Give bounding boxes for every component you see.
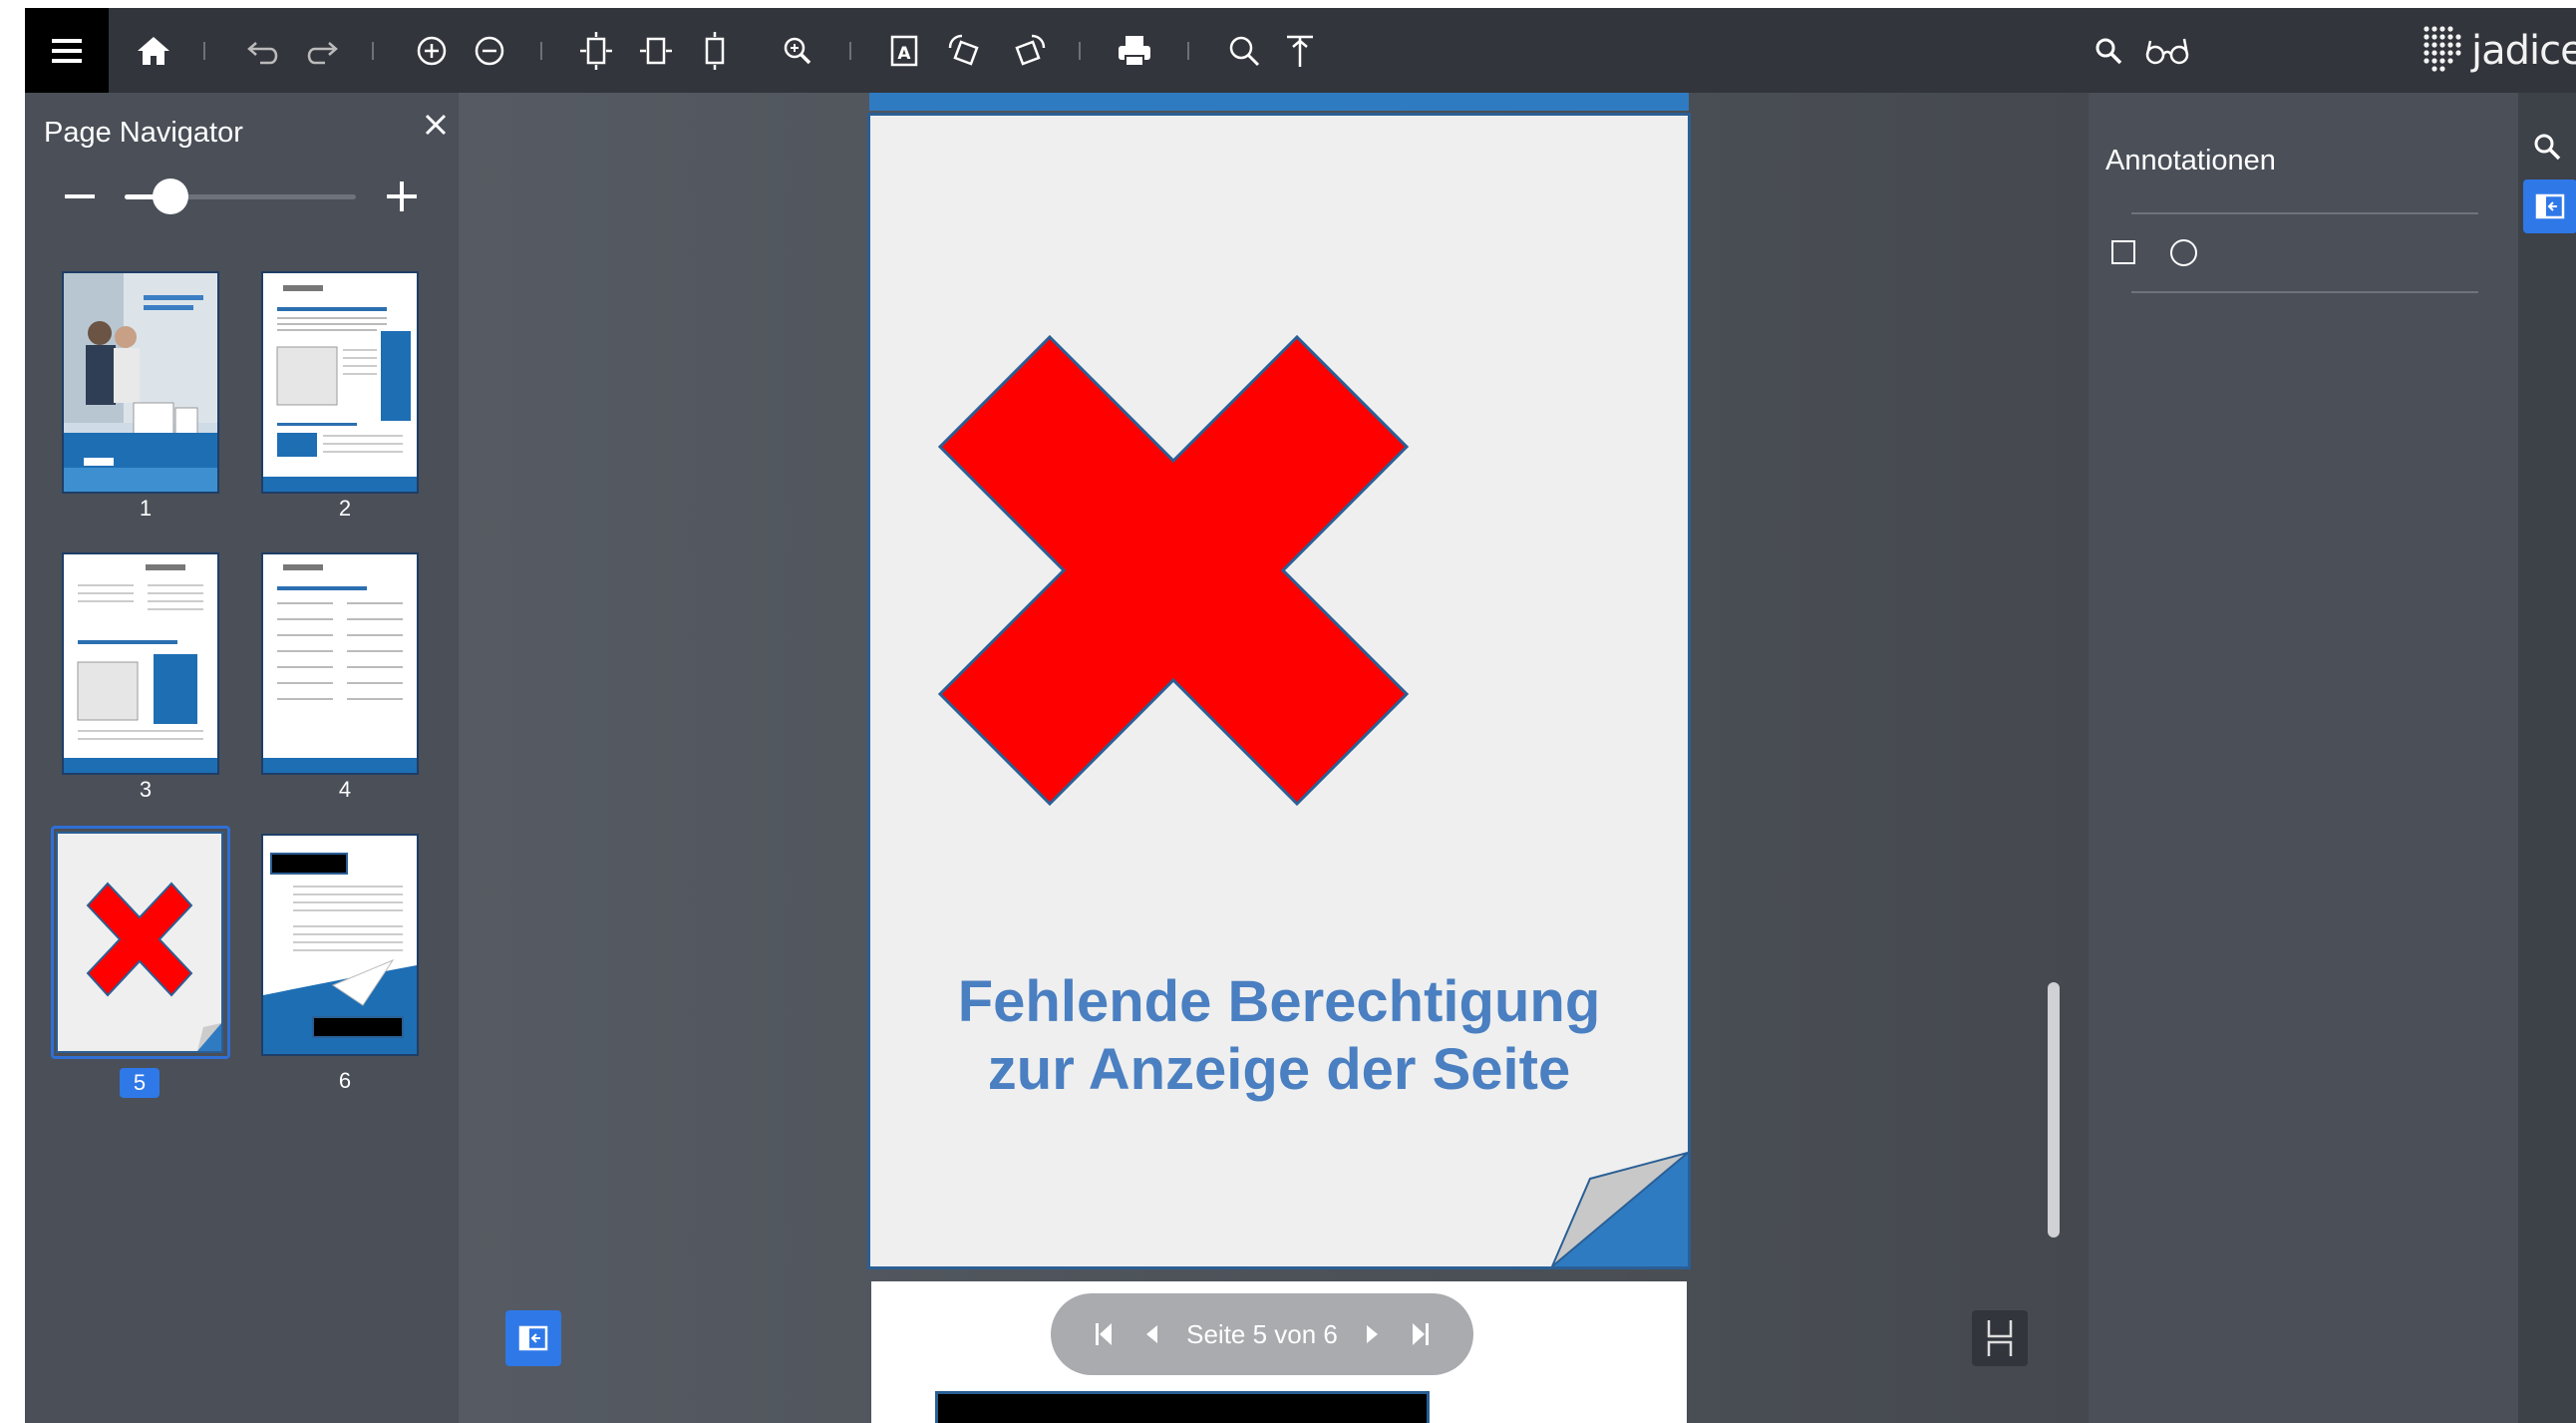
menu-icon[interactable]	[25, 8, 109, 93]
page-preview-image	[263, 273, 417, 492]
page-thumbnail-3[interactable]	[62, 552, 219, 775]
page-preview-image	[64, 554, 217, 773]
rectangle-tool-icon[interactable]	[2111, 240, 2135, 264]
first-page-icon[interactable]	[1091, 1319, 1117, 1349]
fit-width-icon[interactable]	[633, 8, 679, 93]
toolbar-divider	[203, 42, 205, 60]
hand-tool-button[interactable]	[1972, 1310, 2028, 1366]
annotations-toggle-button[interactable]	[2523, 179, 2576, 233]
main-toolbar: A jadice	[25, 8, 2576, 93]
page-preview-image	[64, 273, 217, 492]
page-indicator: Seite 5 von 6	[1186, 1318, 1338, 1349]
toggle-navigator-button[interactable]	[505, 1310, 561, 1366]
page-preview-image	[263, 554, 417, 773]
toolbar-divider	[540, 42, 542, 60]
document-viewport[interactable]: Fehlende Berechtigung zur Anzeige der Se…	[459, 93, 2089, 1423]
pointer-icon[interactable]	[1277, 8, 1323, 93]
vertical-scrollbar[interactable]	[2048, 982, 2060, 1238]
thumbnail-zoom-out-button[interactable]	[65, 194, 95, 198]
close-icon[interactable]	[419, 109, 453, 143]
annotations-panel: Annotationen	[2089, 93, 2518, 1423]
zoom-in-icon[interactable]	[410, 8, 454, 93]
permission-message-line-2: zur Anzeige der Seite	[987, 1037, 1571, 1102]
page-number-label: 6	[338, 1068, 352, 1093]
jadice-logo-icon	[2423, 26, 2461, 72]
page-thumbnail-2[interactable]	[261, 271, 419, 494]
sidebar-toggle-icon	[518, 1325, 548, 1351]
search-icon[interactable]	[2518, 125, 2576, 169]
page-number-label-selected: 5	[120, 1068, 160, 1098]
toolbar-divider	[1079, 42, 1081, 60]
rotate-right-icon[interactable]	[1002, 8, 1052, 93]
divider	[2131, 291, 2478, 293]
thumbnail-size-slider[interactable]	[125, 178, 356, 214]
panel-title: Annotationen	[2105, 145, 2276, 177]
rotate-left-icon[interactable]	[942, 8, 992, 93]
redo-icon[interactable]	[296, 8, 346, 93]
page-preview-image	[263, 836, 417, 1054]
toolbar-divider	[372, 42, 374, 60]
last-page-icon[interactable]	[1408, 1319, 1434, 1349]
undo-icon[interactable]	[239, 8, 289, 93]
panel-title: Page Navigator	[44, 117, 243, 149]
fit-height-icon[interactable]	[692, 8, 738, 93]
ellipse-tool-icon[interactable]	[2170, 239, 2197, 266]
split-view-icon	[1987, 1320, 2013, 1356]
document-viewer-app: A jadice Page Navigator 1 2 3 4 5 6 Fehl…	[25, 8, 2576, 1423]
divider	[2131, 212, 2478, 214]
search-icon[interactable]	[1221, 8, 1267, 93]
right-side-rail	[2518, 93, 2576, 1423]
toolbar-divider	[849, 42, 851, 60]
page-number-label: 2	[338, 496, 352, 521]
previous-page-edge	[869, 93, 1689, 111]
zoom-out-icon[interactable]	[468, 8, 511, 93]
search-icon[interactable]	[2086, 8, 2131, 93]
redacted-block	[935, 1391, 1430, 1423]
svg-text:A: A	[897, 44, 911, 64]
page-thumbnail-6[interactable]	[261, 834, 419, 1056]
fit-page-icon[interactable]	[573, 8, 619, 93]
page-pager: Seite 5 von 6	[1051, 1293, 1473, 1375]
page-number-label: 1	[139, 496, 153, 521]
thumbnail-zoom-in-button[interactable]	[383, 177, 423, 216]
page-number-label: 4	[338, 777, 352, 802]
glasses-icon[interactable]	[2138, 8, 2196, 93]
page-thumbnail-4[interactable]	[261, 552, 419, 775]
next-page-icon[interactable]	[1360, 1319, 1386, 1349]
no-permission-icon	[86, 882, 221, 1051]
page-navigator-panel: Page Navigator 1 2 3 4 5 6	[25, 93, 459, 1423]
zoom-tool-icon[interactable]	[775, 8, 820, 93]
page-thumbnail-5[interactable]	[56, 832, 223, 1053]
permission-message-line-1: Fehlende Berechtigung	[957, 969, 1601, 1034]
ocr-icon[interactable]: A	[882, 8, 928, 93]
page-number-label: 3	[139, 777, 153, 802]
page-thumbnail-1[interactable]	[62, 271, 219, 494]
sidebar-toggle-icon	[2535, 193, 2565, 219]
slider-handle[interactable]	[153, 178, 189, 214]
previous-page-icon[interactable]	[1138, 1319, 1164, 1349]
jadice-logo: jadice	[2421, 24, 2576, 78]
toolbar-divider	[1187, 42, 1189, 60]
current-page[interactable]: Fehlende Berechtigung zur Anzeige der Se…	[867, 113, 1691, 1269]
print-icon[interactable]	[1112, 8, 1157, 93]
brand-name: jadice	[2471, 28, 2576, 74]
home-icon[interactable]	[129, 8, 178, 93]
